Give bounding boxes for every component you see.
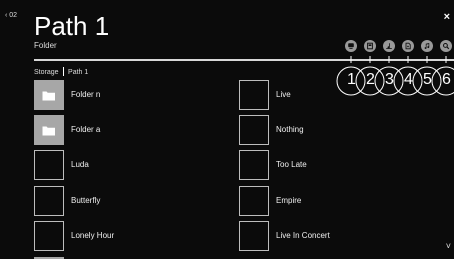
scroll-down-button[interactable]: ˅	[446, 241, 451, 251]
page-title: Path 1	[34, 11, 110, 41]
item-thumbnail	[34, 221, 64, 251]
list-item[interactable]: Folder a	[34, 115, 224, 145]
search-icon[interactable]	[440, 40, 452, 52]
item-thumbnail	[34, 150, 64, 180]
item-thumbnail	[239, 221, 269, 251]
item-label: Empire	[276, 196, 302, 205]
breadcrumb: Storage Path 1	[34, 67, 88, 76]
item-thumbnail	[239, 150, 269, 180]
item-label: Nothing	[276, 125, 304, 134]
list-item[interactable]: Empire	[239, 186, 429, 216]
item-label: Lonely Hour	[71, 231, 115, 240]
item-label: Folder n	[71, 90, 101, 99]
item-thumbnail	[239, 80, 269, 110]
page-subtitle: Folder	[34, 41, 57, 50]
list-item[interactable]: Nothing	[239, 115, 429, 145]
item-thumbnail	[239, 115, 269, 145]
item-thumbnail	[239, 186, 269, 216]
item-label: Luda	[71, 160, 89, 169]
tv-icon[interactable]	[345, 40, 357, 52]
folder-icon	[34, 115, 64, 145]
item-thumbnail	[34, 186, 64, 216]
breadcrumb-separator	[62, 67, 65, 76]
music-note-icon[interactable]	[421, 40, 433, 52]
file-icon[interactable]	[402, 40, 414, 52]
folder-icon	[34, 80, 64, 110]
callout-number: 6	[442, 71, 451, 88]
list-item[interactable]: Lonely Hour	[34, 221, 224, 251]
photo-icon[interactable]	[364, 40, 376, 52]
list-item[interactable]: Butterfly	[34, 186, 224, 216]
breadcrumb-root[interactable]: Storage	[34, 69, 59, 76]
list-item[interactable]: Luda	[34, 150, 224, 180]
close-button[interactable]: ×	[444, 11, 450, 23]
item-label: Butterfly	[71, 196, 101, 205]
item-label: Live	[276, 90, 291, 99]
item-label: Too Late	[276, 160, 307, 169]
music-list-icon[interactable]	[383, 40, 395, 52]
item-label: Live In Concert	[276, 231, 330, 240]
toolbar	[341, 36, 454, 56]
list-item[interactable]: Too Late	[239, 150, 429, 180]
list-item[interactable]: Folder n	[34, 80, 224, 110]
breadcrumb-current: Path 1	[68, 69, 89, 76]
back-button[interactable]: ‹ 02	[5, 12, 17, 19]
list-item[interactable]: Live	[239, 80, 429, 110]
item-label: Folder a	[71, 125, 101, 134]
list-item[interactable]: Live In Concert	[239, 221, 429, 251]
